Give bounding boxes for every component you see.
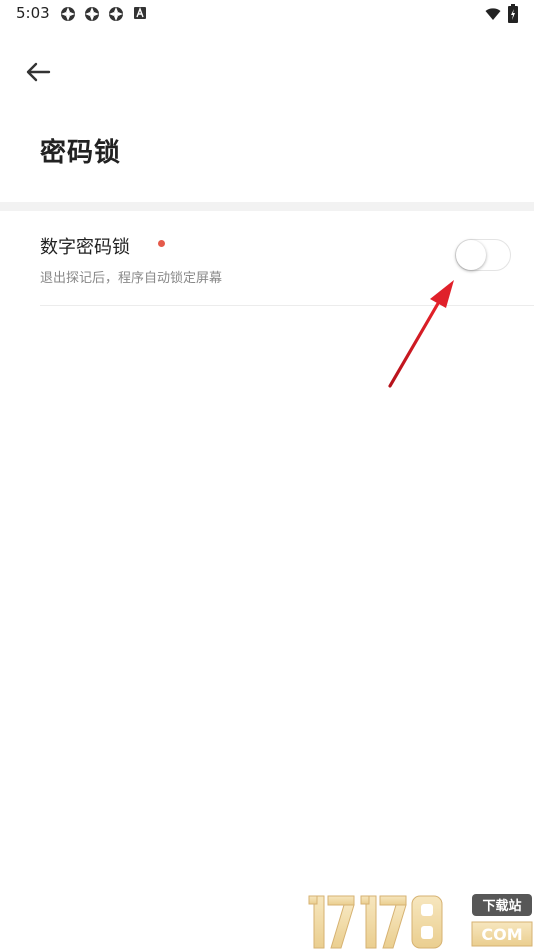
watermark-badge-text: 下载站	[482, 898, 521, 914]
arrow-left-icon	[26, 62, 51, 82]
site-watermark-logo: 下载站 COM	[308, 894, 533, 949]
status-time: 5:03	[16, 4, 50, 22]
setting-description: 退出探记后，程序自动锁定屏幕	[40, 271, 223, 286]
a-notification-icon	[134, 7, 146, 19]
setting-title: 数字密码锁	[40, 237, 130, 258]
digital-lock-toggle[interactable]	[455, 239, 511, 271]
section-divider	[0, 202, 534, 211]
new-badge-dot	[158, 240, 165, 247]
app-notification-icon	[109, 7, 123, 21]
toggle-thumb	[456, 240, 486, 270]
wifi-icon	[485, 8, 501, 20]
watermark-suffix-text: COM	[481, 925, 522, 944]
status-bar: 5:03	[0, 0, 534, 28]
app-notification-icon	[61, 7, 75, 21]
app-notification-icon	[85, 7, 99, 21]
page-title: 密码锁	[40, 138, 122, 168]
back-button[interactable]	[22, 56, 56, 88]
annotation-arrow-icon	[388, 280, 454, 388]
battery-charging-icon	[508, 4, 518, 23]
